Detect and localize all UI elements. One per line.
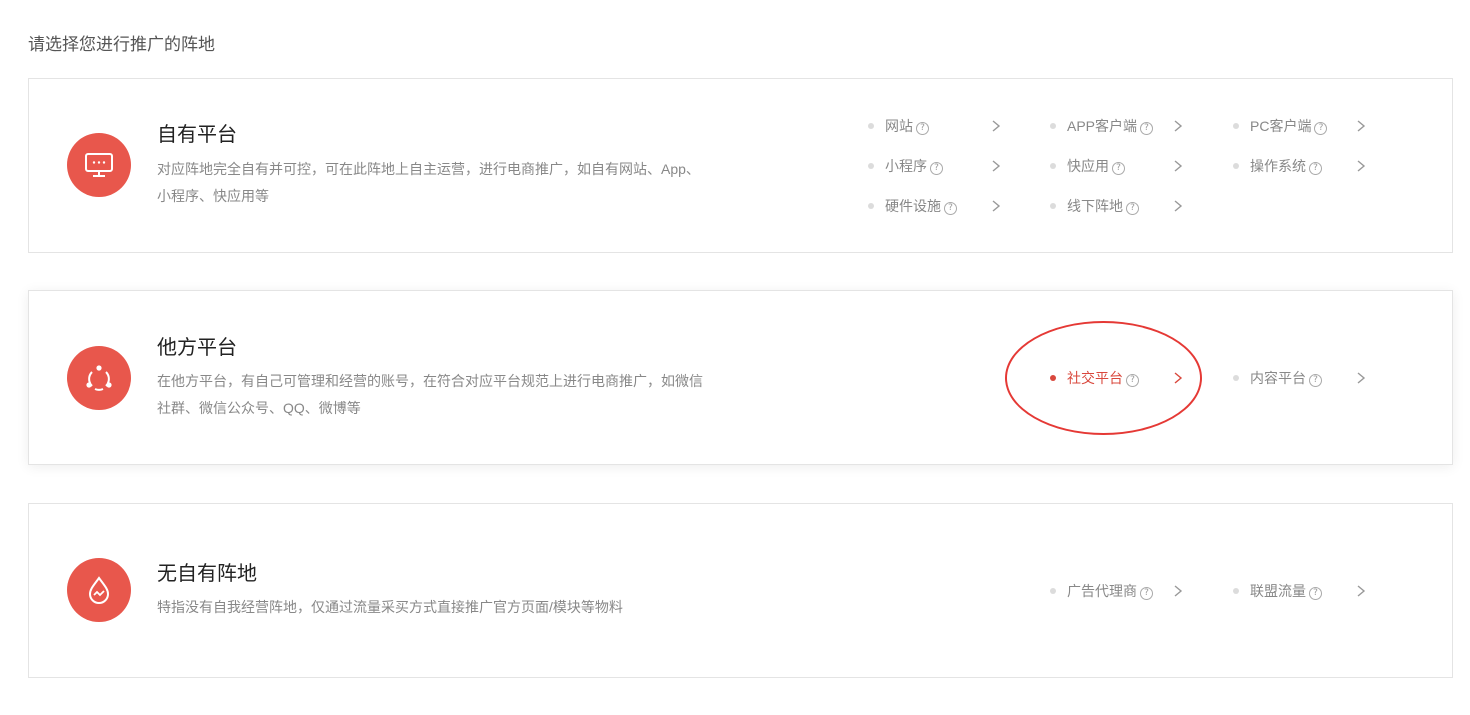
desc-line: 特指没有自我经营阵地，仅通过流量采买方式直接推广官方页面/模块等物料 <box>157 599 623 615</box>
desc-line: 社群、微信公众号、QQ、微博等 <box>157 400 361 416</box>
bullet-dot <box>1050 375 1056 381</box>
option-affiliate-traffic[interactable]: 联盟流量? <box>1233 579 1373 603</box>
monitor-icon <box>67 133 131 197</box>
bullet-dot <box>868 203 874 209</box>
option-label: 广告代理商 <box>1067 583 1137 599</box>
page-title: 请选择您进行推广的阵地 <box>28 35 215 54</box>
card-description: 对应阵地完全自有并可控，可在此阵地上自主运营，进行电商推广，如自有网站、App、… <box>157 156 757 210</box>
option-label: 线下阵地 <box>1067 198 1123 214</box>
bullet-dot <box>1233 375 1239 381</box>
bullet-dot <box>868 123 874 129</box>
option-label: 操作系统 <box>1250 158 1306 174</box>
option-label: 社交平台 <box>1067 370 1123 386</box>
help-icon[interactable]: ? <box>1314 122 1328 135</box>
desc-line: 在他方平台，有自己可管理和经营的账号，在符合对应平台规范上进行电商推广，如微信 <box>157 373 703 389</box>
help-icon[interactable]: ? <box>1309 374 1322 387</box>
chevron-right-icon <box>992 160 1001 172</box>
option-hardware[interactable]: 硬件设施? <box>868 194 1008 218</box>
option-mini-program[interactable]: 小程序? <box>868 154 1008 178</box>
traffic-drop-icon <box>67 558 131 622</box>
card-description: 特指没有自我经营阵地，仅通过流量采买方式直接推广官方页面/模块等物料 <box>157 594 757 621</box>
help-icon[interactable]: ? <box>1309 162 1322 175</box>
option-social-platform[interactable]: 社交平台? <box>1050 366 1190 390</box>
bullet-dot <box>868 163 874 169</box>
option-label: 快应用 <box>1067 158 1109 174</box>
card-own-platform: 自有平台 对应阵地完全自有并可控，可在此阵地上自主运营，进行电商推广，如自有网站… <box>28 78 1453 253</box>
help-icon[interactable]: ? <box>1140 587 1153 600</box>
card-title: 无自有阵地 <box>157 563 257 585</box>
bullet-dot <box>1050 203 1056 209</box>
chevron-right-icon <box>1174 585 1183 597</box>
card-third-party-platform: 他方平台 在他方平台，有自己可管理和经营的账号，在符合对应平台规范上进行电商推广… <box>28 290 1453 465</box>
option-label: APP客户端 <box>1067 118 1138 134</box>
chevron-right-icon <box>992 120 1001 132</box>
option-label: 小程序 <box>885 158 927 174</box>
bullet-dot <box>1050 123 1056 129</box>
bullet-dot <box>1233 123 1239 129</box>
help-icon[interactable]: ? <box>1126 374 1139 387</box>
option-operating-system[interactable]: 操作系统? <box>1233 154 1373 178</box>
help-icon[interactable]: ? <box>916 122 929 135</box>
help-icon[interactable]: ? <box>1126 202 1139 215</box>
chevron-right-icon <box>1357 585 1366 597</box>
chevron-right-icon <box>1357 120 1366 132</box>
help-icon[interactable]: ? <box>944 202 957 215</box>
chevron-right-icon <box>1174 372 1183 384</box>
card-title: 他方平台 <box>157 337 237 359</box>
desc-line: 对应阵地完全自有并可控，可在此阵地上自主运营，进行电商推广，如自有网站、App、 <box>157 161 700 177</box>
option-offline[interactable]: 线下阵地? <box>1050 194 1190 218</box>
option-label: 联盟流量 <box>1250 583 1306 599</box>
help-icon[interactable]: ? <box>930 162 943 175</box>
bullet-dot <box>1233 163 1239 169</box>
chevron-right-icon <box>1357 160 1366 172</box>
card-description: 在他方平台，有自己可管理和经营的账号，在符合对应平台规范上进行电商推广，如微信 … <box>157 368 757 422</box>
help-icon[interactable]: ? <box>1112 162 1125 175</box>
option-content-platform[interactable]: 内容平台? <box>1233 366 1373 390</box>
bullet-dot <box>1233 588 1239 594</box>
help-icon[interactable]: ? <box>1309 587 1322 600</box>
option-label: 内容平台 <box>1250 370 1306 386</box>
share-network-icon <box>67 346 131 410</box>
chevron-right-icon <box>992 200 1001 212</box>
bullet-dot <box>1050 163 1056 169</box>
desc-line: 小程序、快应用等 <box>157 188 269 204</box>
option-ad-agency[interactable]: 广告代理商? <box>1050 579 1190 603</box>
option-pc-client[interactable]: PC客户端? <box>1233 114 1373 138</box>
option-quick-app[interactable]: 快应用? <box>1050 154 1190 178</box>
option-label: 网站 <box>885 118 913 134</box>
bullet-dot <box>1050 588 1056 594</box>
chevron-right-icon <box>1174 120 1183 132</box>
card-no-own-platform: 无自有阵地 特指没有自我经营阵地，仅通过流量采买方式直接推广官方页面/模块等物料… <box>28 503 1453 678</box>
chevron-right-icon <box>1357 372 1366 384</box>
chevron-right-icon <box>1174 200 1183 212</box>
option-label: PC客户端 <box>1250 118 1312 134</box>
help-icon[interactable]: ? <box>1140 122 1154 135</box>
option-label: 硬件设施 <box>885 198 941 214</box>
option-website[interactable]: 网站? <box>868 114 1008 138</box>
card-title: 自有平台 <box>157 124 237 146</box>
option-app-client[interactable]: APP客户端? <box>1050 114 1190 138</box>
chevron-right-icon <box>1174 160 1183 172</box>
